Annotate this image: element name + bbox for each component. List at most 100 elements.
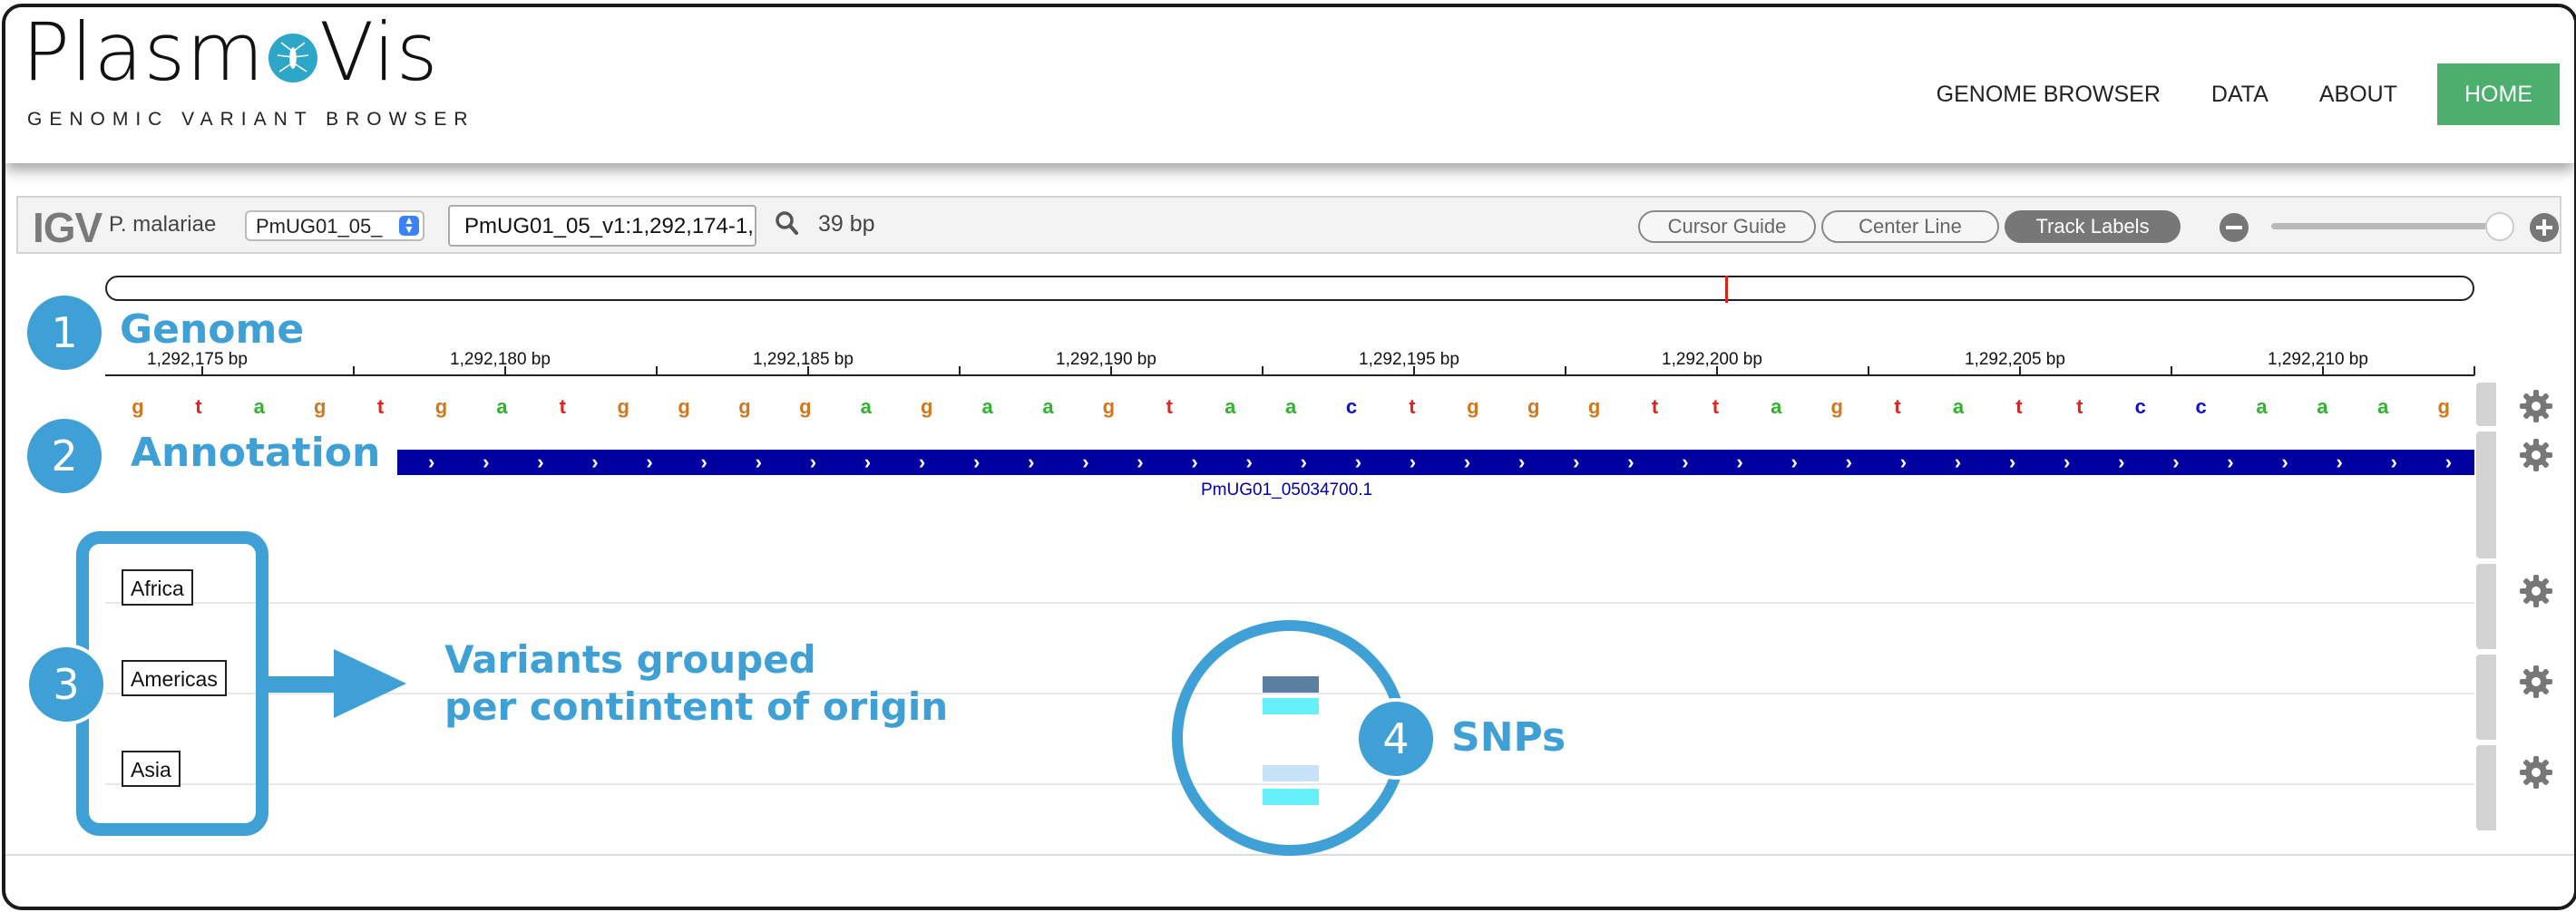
track-drag-handle[interactable] [2476, 432, 2496, 558]
zoom-slider-track[interactable] [2271, 223, 2498, 229]
logo-wordmark: Plasm Vis [22, 13, 439, 92]
track-drag-handle[interactable] [2476, 383, 2496, 426]
center-line-button[interactable]: Center Line [1821, 210, 1999, 243]
plasmovis-logo[interactable]: Plasm Vis GENOMIC VARIANT BROWSER [22, 13, 468, 131]
sequence-base: t [2076, 395, 2083, 418]
strand-arrow-icon: › [2281, 451, 2288, 473]
callout-genome: Genome [120, 306, 305, 353]
track-drag-handle[interactable] [2476, 745, 2496, 830]
callout-variants-line-2: per contintent of origin [444, 684, 949, 729]
nav-genome-browser[interactable]: GENOME BROWSER [1911, 63, 2186, 125]
zoom-in-icon[interactable] [2529, 212, 2560, 247]
sequence-base: a [2256, 395, 2268, 418]
ruler-label: 1,292,200 bp [1662, 350, 1762, 369]
ruler-tick [1262, 366, 1264, 375]
strand-arrow-icon: › [1463, 451, 1471, 473]
sequence-base: g [1467, 395, 1479, 418]
strand-arrow-icon: › [755, 451, 762, 473]
callout-variants: Variants grouped per contintent of origi… [444, 636, 948, 731]
strand-arrow-icon: › [483, 451, 490, 473]
ideogram-position-marker [1725, 276, 1728, 303]
strand-arrow-icon: › [1137, 451, 1144, 473]
track-labels-button[interactable]: Track Labels [2005, 210, 2181, 243]
logo-part-1: Plasm [22, 5, 266, 99]
sequence-base: a [1771, 395, 1782, 418]
sequence-base: g [1587, 395, 1601, 418]
ruler-label: 1,292,205 bp [1965, 350, 2065, 369]
callout-snps: SNPs [1451, 714, 1566, 761]
gear-icon[interactable] [2518, 388, 2554, 429]
zoom-slider-thumb[interactable] [2485, 212, 2514, 241]
step-badge-4: 4 [1355, 698, 1437, 780]
sequence-base: g [1527, 395, 1540, 418]
strand-arrow-icon: › [1082, 451, 1089, 473]
strand-arrow-icon: › [1518, 451, 1526, 473]
strand-arrow-icon: › [428, 451, 435, 473]
sequence-base: a [1225, 395, 1236, 418]
strand-arrow-icon: › [1354, 451, 1362, 473]
chromosome-select[interactable]: PmUG01_05_ ▲ ▼ [245, 210, 424, 241]
sequence-base: t [376, 395, 385, 418]
cursor-guide-button[interactable]: Cursor Guide [1638, 210, 1816, 243]
strand-arrow-icon: › [2336, 451, 2343, 473]
strand-arrow-icon: › [1409, 451, 1417, 473]
strand-arrow-icon: › [973, 451, 981, 473]
ruler-label: 1,292,195 bp [1359, 350, 1459, 369]
gear-icon[interactable] [2518, 437, 2554, 478]
sequence-base: t [1409, 395, 1416, 418]
ruler-axis [105, 374, 2474, 376]
search-icon[interactable] [775, 210, 798, 240]
sequence-base: c [2134, 395, 2146, 418]
sequence-base: c [1345, 395, 1358, 418]
sequence-base: t [1166, 395, 1173, 418]
sequence-base: g [434, 395, 448, 418]
chromosome-ideogram[interactable] [105, 276, 2474, 301]
strand-arrow-icon: › [1245, 451, 1253, 473]
sequence-base: g [1102, 395, 1116, 418]
strand-arrow-icon: › [1573, 451, 1580, 473]
strand-arrow-icon: › [918, 451, 926, 473]
track-drag-handle[interactable] [2476, 564, 2496, 649]
gear-icon[interactable] [2518, 664, 2554, 704]
gene-feature[interactable] [397, 450, 2474, 475]
sequence-base: g [313, 395, 327, 418]
zoom-out-icon[interactable] [2219, 212, 2249, 247]
arrow-head-icon [334, 649, 406, 718]
sequence-base: a [1042, 395, 1054, 418]
ruler-tick [1565, 366, 1566, 375]
nav-about[interactable]: ABOUT [2294, 63, 2423, 125]
strand-arrow-icon: › [2118, 451, 2125, 473]
igv-logo: IGV [33, 204, 102, 251]
nav-home[interactable]: HOME [2437, 63, 2560, 125]
strand-arrow-icon: › [2390, 451, 2397, 473]
igv-toolbar: IGV P. malariae PmUG01_05_ ▲ ▼ PmUG01_05_… [16, 196, 2561, 254]
nav-data[interactable]: DATA [2186, 63, 2294, 125]
strand-arrow-icon: › [1845, 451, 1852, 473]
ruler-tick [1868, 366, 1869, 375]
strand-arrow-icon: › [646, 451, 653, 473]
sequence-base: g [2437, 395, 2450, 418]
strand-arrow-icon: › [1300, 451, 1307, 473]
gear-icon[interactable] [2518, 573, 2554, 614]
ruler-label: 1,292,175 bp [147, 350, 248, 369]
strand-arrow-icon: › [591, 451, 599, 473]
strand-arrow-icon: › [1791, 451, 1798, 473]
gear-icon[interactable] [2518, 754, 2554, 795]
strand-arrow-icon: › [1627, 451, 1634, 473]
locus-search-input[interactable]: PmUG01_05_v1:1,292,174-1, [448, 205, 756, 247]
sequence-base: g [617, 395, 629, 418]
track-drag-handle[interactable] [2476, 655, 2496, 740]
strand-arrow-icon: › [864, 451, 872, 473]
sequence-base: a [860, 395, 872, 418]
sequence-base: g [678, 395, 690, 418]
logo-subtitle: GENOMIC VARIANT BROWSER [27, 109, 475, 130]
strand-arrow-icon: › [809, 451, 817, 473]
ruler-tick [353, 366, 355, 375]
window-size: 39 bp [818, 211, 875, 237]
sequence-base: g [1830, 395, 1843, 418]
strand-arrow-icon: › [1736, 451, 1743, 473]
sequence-base: t [1894, 395, 1901, 418]
ruler-tick [959, 366, 961, 375]
strand-arrow-icon: › [1954, 451, 1962, 473]
ruler-label: 1,292,180 bp [450, 350, 551, 369]
